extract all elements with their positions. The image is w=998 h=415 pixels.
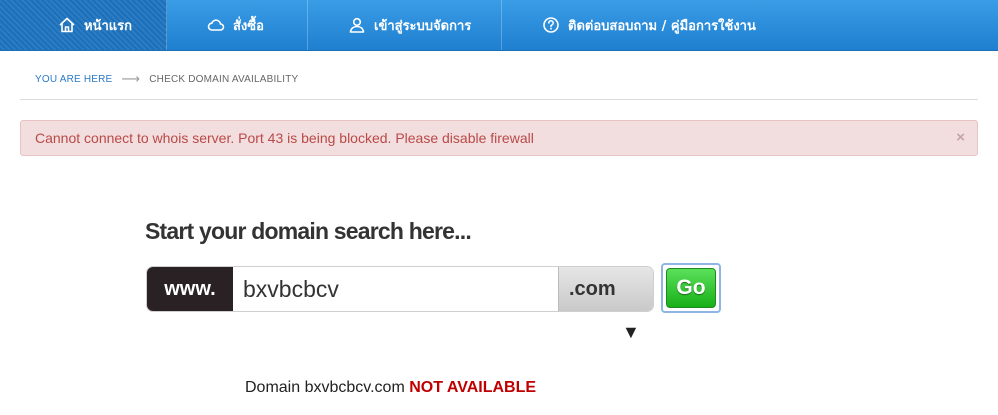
result-prefix: Domain: [245, 379, 301, 396]
domain-input[interactable]: [233, 267, 559, 311]
nav-item-login[interactable]: เข้าสู่ระบบจัดการ: [308, 0, 502, 50]
nav-item-label: สั่งซื้อ: [233, 18, 264, 34]
chevron-down-icon[interactable]: ▼: [622, 322, 640, 342]
domain-search-box: www. .com: [146, 266, 654, 312]
nav-item-label: ติดต่อบสอบถาม / คู่มือการใช้งาน: [568, 18, 756, 34]
divider: [20, 99, 978, 100]
top-navigation: หน้าแรก สั่งซื้อ เข้าสู่ระบบจัดการ ติดต่…: [0, 0, 998, 51]
search-heading: Start your domain search here...: [145, 218, 472, 244]
availability-result: Domain bxvbcbcv.com NOT AVAILABLE: [245, 379, 536, 397]
nav-item-label: หน้าแรก: [84, 18, 132, 34]
go-button-focus-ring: Go: [661, 263, 721, 313]
help-circle-icon: [542, 16, 560, 34]
home-icon: [58, 16, 76, 34]
nav-item-contact[interactable]: ติดต่อบสอบถาม / คู่มือการใช้งาน: [502, 0, 998, 50]
breadcrumb-home-link[interactable]: YOU ARE HERE: [35, 74, 112, 85]
close-icon[interactable]: ×: [956, 129, 965, 146]
cloud-icon: [207, 16, 225, 34]
user-icon: [348, 16, 366, 34]
www-prefix: www.: [147, 267, 233, 311]
result-status: NOT AVAILABLE: [409, 379, 537, 396]
result-domain: bxvbcbcv.com: [304, 379, 405, 396]
nav-item-home[interactable]: หน้าแรก: [0, 0, 167, 50]
breadcrumb-arrow-icon: ⟶: [121, 71, 141, 86]
go-button[interactable]: Go: [666, 268, 716, 308]
tld-select[interactable]: .com: [559, 267, 653, 311]
nav-item-order[interactable]: สั่งซื้อ: [167, 0, 308, 50]
alert-message: Cannot connect to whois server. Port 43 …: [35, 130, 534, 146]
nav-item-label: เข้าสู่ระบบจัดการ: [374, 18, 472, 34]
error-alert: Cannot connect to whois server. Port 43 …: [20, 120, 978, 156]
breadcrumb: YOU ARE HERE ⟶ CHECK DOMAIN AVAILABILITY: [35, 71, 298, 87]
breadcrumb-current: CHECK DOMAIN AVAILABILITY: [149, 73, 299, 85]
